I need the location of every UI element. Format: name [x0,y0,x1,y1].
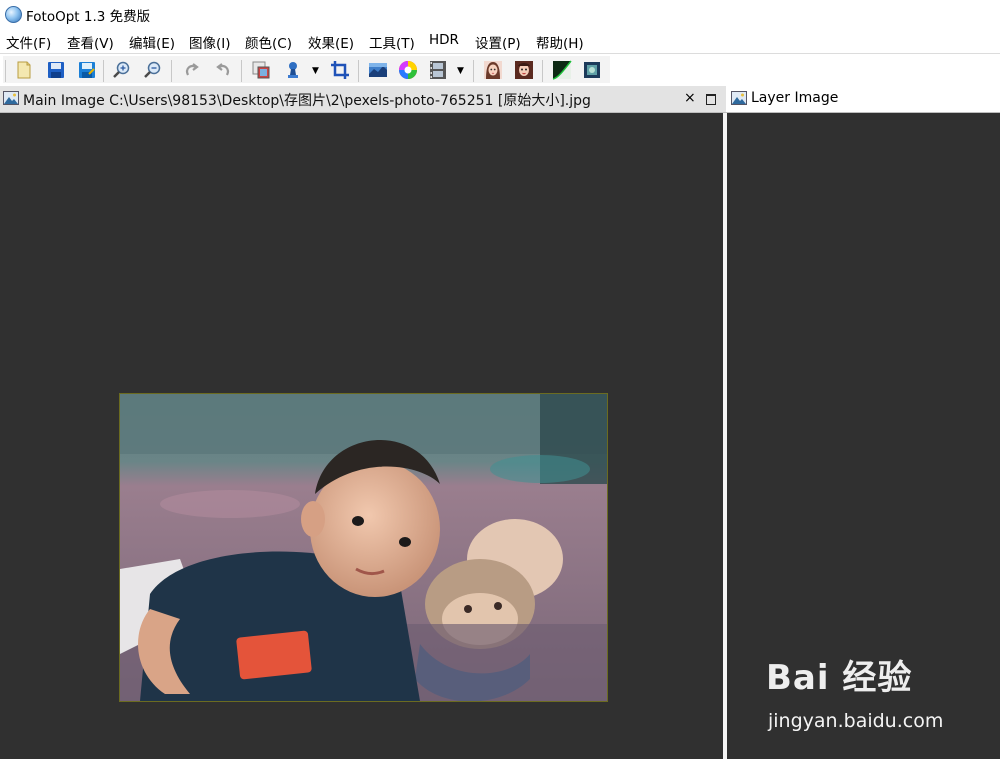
main-image-canvas[interactable] [0,113,723,759]
menu-file[interactable]: 文件(F) [6,32,51,52]
watermark-brand: Bai 经验 [766,658,913,698]
menu-hdr[interactable]: HDR [429,32,459,48]
image-tab-icon [3,91,19,105]
menu-view[interactable]: 查看(V) [67,32,114,52]
stamp-icon[interactable] [282,59,304,81]
window-title: FotoOpt 1.3 免费版 [26,9,151,25]
resize-icon[interactable] [250,59,272,81]
menu-settings[interactable]: 设置(P) [475,32,521,52]
levels-icon[interactable] [367,59,389,81]
menu-edit[interactable]: 编辑(E) [129,32,175,52]
save-as-icon[interactable] [76,59,98,81]
layer-image-tab-title: Layer Image [751,90,839,106]
baidu-watermark: Bai 经验 jingyan.baidu.com [766,650,996,740]
maximize-icon[interactable] [706,94,716,105]
tab-layer-image[interactable]: Layer Image [726,86,1000,113]
new-icon[interactable] [13,59,35,81]
app-logo-icon [5,6,22,23]
zoom-out-icon[interactable] [142,59,164,81]
redo-icon[interactable] [212,59,234,81]
menu-image[interactable]: 图像(I) [189,32,231,52]
watermark-url: jingyan.baidu.com [768,710,944,732]
face-icon[interactable] [513,59,535,81]
document-tab-bar: Main Image C:\Users\98153\Desktop\存图片\2\… [0,86,1000,113]
save-icon[interactable] [45,59,67,81]
menu-help[interactable]: 帮助(H) [536,32,584,52]
menu-bar: 文件(F) 查看(V) 编辑(E) 图像(I) 颜色(C) 效果(E) 工具(T… [0,28,1000,53]
portrait-icon[interactable] [482,59,504,81]
close-icon[interactable]: × [684,90,696,106]
menu-effect[interactable]: 效果(E) [308,32,354,52]
crop-icon[interactable] [329,59,351,81]
image-tab-icon [731,91,747,105]
color-wheel-icon[interactable] [397,59,419,81]
stamp-dropdown-icon[interactable]: ▼ [311,65,320,77]
film-icon[interactable] [427,59,449,81]
undo-icon[interactable] [181,59,203,81]
toolbar: ▼ ▼ [0,53,1000,87]
zoom-in-icon[interactable] [111,59,133,81]
baby-photo[interactable] [119,393,608,702]
main-image-tab-title: Main Image C:\Users\98153\Desktop\存图片\2\… [23,93,591,109]
curves-icon[interactable] [551,59,573,81]
film-dropdown-icon[interactable]: ▼ [456,65,465,77]
title-bar: FotoOpt 1.3 免费版 [0,0,1000,28]
blur-icon[interactable] [581,59,603,81]
tab-main-image[interactable]: Main Image C:\Users\98153\Desktop\存图片\2\… [0,86,726,113]
menu-color[interactable]: 颜色(C) [245,32,292,52]
menu-tools[interactable]: 工具(T) [369,32,415,52]
